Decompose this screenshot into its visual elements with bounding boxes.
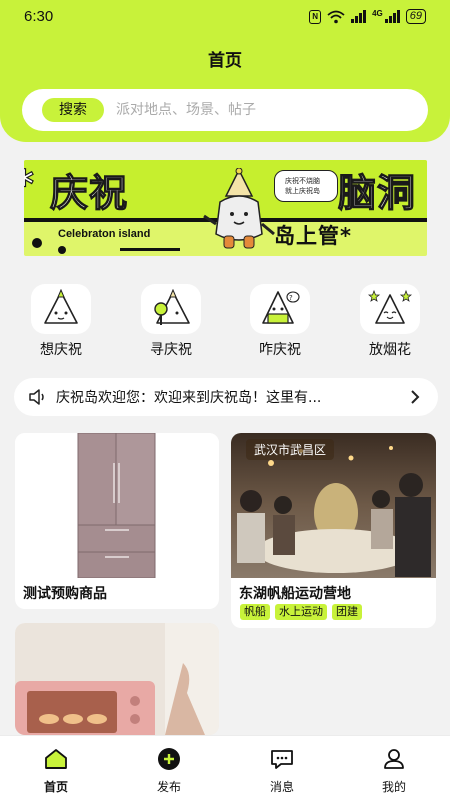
category-label: 放烟花 <box>369 342 411 358</box>
network-type: 4G <box>372 9 383 18</box>
home-icon <box>45 749 67 769</box>
tag[interactable]: 水上运动 <box>275 604 327 620</box>
toaster-oven-photo <box>15 623 219 735</box>
thinking-mascot-icon <box>31 284 91 334</box>
speaker-icon <box>29 389 44 405</box>
tab-label: 我的 <box>381 780 406 794</box>
mascot-illustration <box>203 168 275 249</box>
feed-card-title: 东湖帆船运动营地 <box>239 586 351 602</box>
banner-left-glyph: * <box>24 161 35 206</box>
search-bar[interactable]: 搜索 <box>22 89 428 131</box>
chevron-right-icon[interactable] <box>410 389 420 405</box>
searching-mascot-icon <box>141 284 201 334</box>
feed-card[interactable]: 测试预购商品 <box>15 433 219 609</box>
status-icons: N 4G 69 <box>309 9 426 24</box>
category-item[interactable]: 想庆祝 <box>21 284 101 359</box>
battery-icon: 69 <box>405 9 426 24</box>
search-button[interactable]: 搜索 <box>42 98 104 122</box>
refrigerator-photo <box>15 433 219 578</box>
fireworks-mascot-icon <box>360 284 420 334</box>
category-label: 寻庆祝 <box>150 342 192 358</box>
search-input[interactable] <box>116 102 406 118</box>
svg-text:?: ? <box>289 294 293 302</box>
location-badge: 武汉市武昌区 <box>246 439 335 460</box>
signal-icon <box>351 10 367 23</box>
tab-publish[interactable]: 发布 <box>139 748 199 795</box>
category-label: 想庆祝 <box>40 342 82 358</box>
category-row: 想庆祝 寻庆祝 ? 咋庆祝 放烟花 <box>0 284 450 364</box>
tab-profile[interactable]: 我的 <box>364 748 424 795</box>
category-label: 咋庆祝 <box>259 342 301 358</box>
tab-label: 首页 <box>43 780 68 794</box>
bottom-tab-bar: 首页 发布 消息 我的 <box>0 735 450 800</box>
banner-slogan: 岛上管* <box>274 224 352 248</box>
announcement-text: 庆祝岛欢迎您：欢迎来到庆祝岛！这里有... <box>56 390 322 406</box>
feed-card-title: 测试预购商品 <box>23 586 107 602</box>
wifi-icon <box>327 10 345 23</box>
banner-speech-bubble: 庆祝不烧脑 就上庆祝岛 <box>274 170 338 202</box>
question-mascot-icon: ? <box>250 284 310 334</box>
profile-icon <box>384 749 404 769</box>
nfc-icon: N <box>309 9 322 24</box>
status-time: 6:30 <box>24 8 54 25</box>
promo-banner[interactable]: * 庆祝 脑洞 庆祝不烧脑 就上庆祝岛 Celebraton island 岛上… <box>24 160 427 256</box>
tab-label: 发布 <box>156 780 181 794</box>
banner-headline-1: 庆祝 <box>49 170 129 215</box>
tab-label: 消息 <box>269 780 294 794</box>
feed-card[interactable] <box>15 623 219 735</box>
category-item[interactable]: 寻庆祝 <box>131 284 211 359</box>
bubble-line-2: 就上庆祝岛 <box>285 187 320 195</box>
tab-home[interactable]: 首页 <box>26 748 86 795</box>
signal-icon-2 <box>384 10 400 23</box>
message-icon <box>271 750 293 769</box>
category-item[interactable]: ? 咋庆祝 <box>240 284 320 359</box>
feed-card[interactable]: 武汉市武昌区 东湖帆船运动营地 帆船 水上运动 团建 <box>231 433 436 628</box>
tab-messages[interactable]: 消息 <box>252 748 312 795</box>
category-item[interactable]: 放烟花 <box>350 284 430 359</box>
page-title: 首页 <box>208 51 242 71</box>
plus-circle-icon <box>158 748 180 770</box>
status-bar: 6:30 N 4G 69 <box>0 0 450 34</box>
tag[interactable]: 帆船 <box>240 604 270 620</box>
bubble-line-1: 庆祝不烧脑 <box>285 177 320 185</box>
banner-headline-2: 脑洞 <box>337 170 417 215</box>
tag-list: 帆船 水上运动 团建 <box>240 604 362 620</box>
announcement-bar[interactable]: 庆祝岛欢迎您：欢迎来到庆祝岛！这里有... <box>14 378 438 416</box>
tag[interactable]: 团建 <box>332 604 362 620</box>
banner-subtitle: Celebraton island <box>58 228 151 240</box>
